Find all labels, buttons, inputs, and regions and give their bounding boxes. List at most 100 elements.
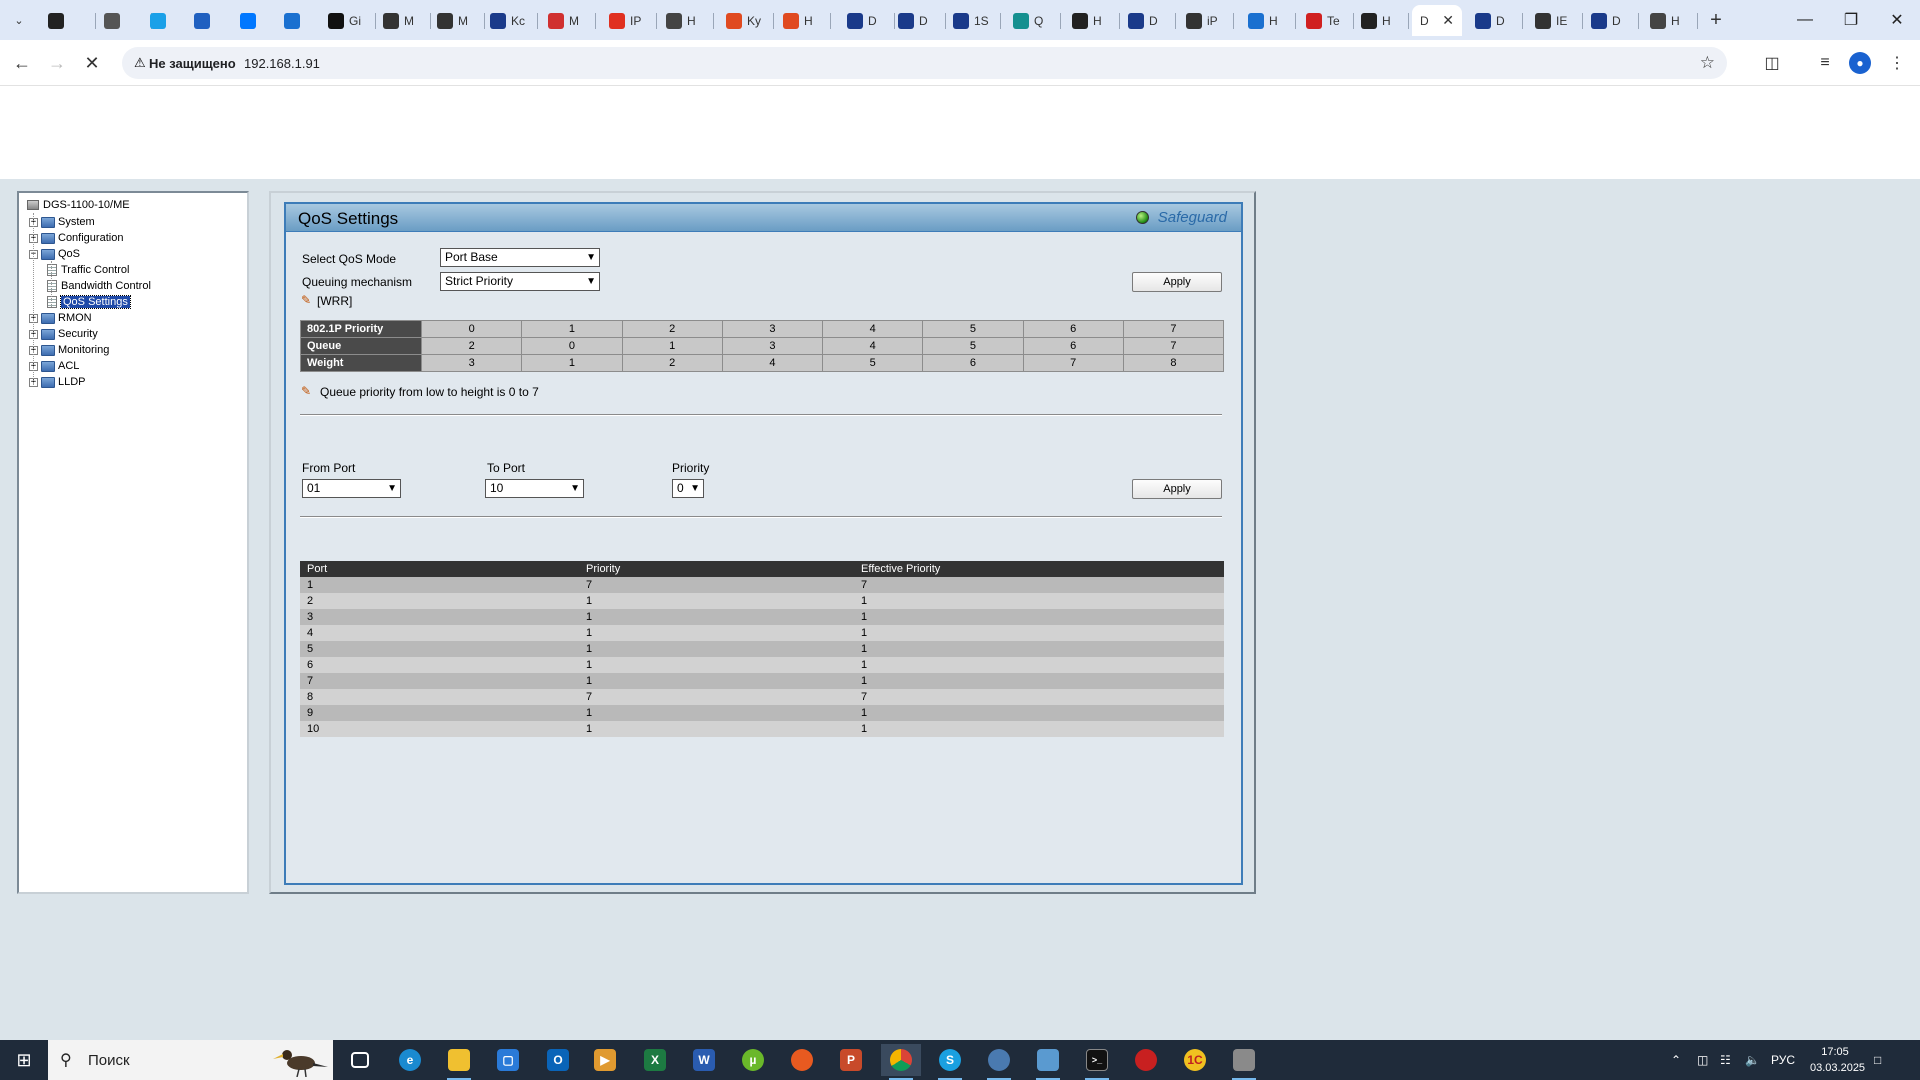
- browser-tab[interactable]: Te: [1298, 5, 1354, 36]
- browser-tab[interactable]: iP: [1178, 5, 1234, 36]
- tab-search-chevron-icon[interactable]: ⌄: [6, 8, 32, 32]
- file-explorer-icon[interactable]: [439, 1044, 479, 1080]
- media-control-icon[interactable]: ≡: [1814, 52, 1836, 74]
- store-icon[interactable]: ▢: [488, 1044, 528, 1076]
- tree-item[interactable]: + Configuration: [29, 231, 123, 245]
- browser-tab[interactable]: M: [375, 5, 431, 36]
- browser-tab[interactable]: H: [1353, 5, 1409, 36]
- browser-tab[interactable]: IE: [1527, 5, 1583, 36]
- tab-separator: [1175, 13, 1176, 29]
- utorrent-icon[interactable]: µ: [733, 1044, 773, 1076]
- queuing-select[interactable]: Strict Priority ▼: [440, 272, 600, 291]
- browser-tab[interactable]: H: [1064, 5, 1120, 36]
- security-status[interactable]: Не защищено: [149, 56, 236, 71]
- address-bar[interactable]: ⚠ Не защищено 192.168.1.91 ☆: [122, 47, 1727, 79]
- url-text[interactable]: 192.168.1.91: [244, 56, 320, 71]
- profile-avatar[interactable]: ●: [1849, 52, 1871, 74]
- browser-tab[interactable]: Q: [1005, 5, 1061, 36]
- browser-tab[interactable]: H: [775, 5, 831, 36]
- 1c-icon[interactable]: 1C: [1175, 1044, 1215, 1076]
- new-tab-plus-icon[interactable]: +: [1703, 7, 1729, 33]
- browser-tab[interactable]: D: [1467, 5, 1523, 36]
- minimize-icon[interactable]: —: [1782, 0, 1828, 40]
- table-cell: 1: [586, 659, 593, 671]
- network-icon[interactable]: ☷: [1720, 1040, 1731, 1080]
- from-port-select[interactable]: 01 ▼: [302, 479, 401, 498]
- close-window-icon[interactable]: ✕: [1874, 0, 1920, 40]
- bookmark-star-icon[interactable]: ☆: [1700, 53, 1715, 73]
- table-cell: 1: [586, 675, 593, 687]
- browser-tab[interactable]: M: [429, 5, 485, 36]
- show-hidden-icons-icon[interactable]: ⌃: [1671, 1040, 1681, 1080]
- browser-tab[interactable]: H: [658, 5, 714, 36]
- extensions-puzzle-icon[interactable]: ◫: [1761, 52, 1783, 74]
- menu-kebab-icon[interactable]: ⋮: [1886, 52, 1908, 74]
- tree-item[interactable]: − QoS: [29, 247, 80, 261]
- close-tab-icon[interactable]: ✕: [1442, 12, 1454, 29]
- browser-tab[interactable]: [40, 5, 96, 36]
- restore-icon[interactable]: ❐: [1828, 0, 1874, 40]
- table-cell: 1: [586, 707, 593, 719]
- forward-arrow-icon[interactable]: →: [43, 49, 71, 77]
- outlook-icon[interactable]: O: [538, 1044, 578, 1076]
- powerpoint-icon[interactable]: P: [831, 1044, 871, 1076]
- edge-icon[interactable]: e: [390, 1044, 430, 1076]
- tree-item[interactable]: + System: [29, 215, 95, 229]
- browser-tab[interactable]: D: [839, 5, 895, 36]
- network-tool-icon[interactable]: [1224, 1044, 1264, 1080]
- tree-item[interactable]: Traffic Control: [47, 263, 129, 277]
- browser-tab[interactable]: H: [1240, 5, 1296, 36]
- tab-title: H: [1093, 13, 1102, 28]
- browser-tab[interactable]: H: [1642, 5, 1698, 36]
- folder-icon: [41, 216, 55, 228]
- stop-loading-icon[interactable]: ✕: [78, 49, 106, 77]
- excel-icon[interactable]: X: [635, 1044, 675, 1076]
- tree-item[interactable]: + Monitoring: [29, 343, 109, 357]
- browser-tab[interactable]: IP: [601, 5, 657, 36]
- task-view-icon[interactable]: [340, 1044, 380, 1076]
- meet-now-icon[interactable]: ◫: [1697, 1040, 1708, 1080]
- browser-tab[interactable]: M: [540, 5, 596, 36]
- tree-item[interactable]: + Security: [29, 327, 98, 341]
- tab-title: D: [1420, 13, 1429, 28]
- taskbar-search[interactable]: ⚲ Поиск: [48, 1040, 333, 1080]
- tree-item[interactable]: QoS Settings: [47, 295, 131, 309]
- apply-port-priority-button[interactable]: Apply: [1132, 479, 1222, 499]
- browser-tab[interactable]: D: [1120, 5, 1176, 36]
- browser-tab[interactable]: Gi: [320, 5, 376, 36]
- skype-icon[interactable]: S: [930, 1044, 970, 1080]
- browser-tab[interactable]: Ky: [718, 5, 774, 36]
- tree-item[interactable]: + ACL: [29, 359, 79, 373]
- tree-root[interactable]: DGS-1100-10/ME: [27, 199, 130, 211]
- table-cell: 4: [821, 320, 924, 338]
- remote-desktop-icon[interactable]: [1028, 1044, 1068, 1080]
- terminal-icon[interactable]: >_: [1077, 1044, 1117, 1080]
- browser-tab[interactable]: D ✕: [1412, 5, 1462, 36]
- volume-icon[interactable]: 🔈: [1745, 1040, 1760, 1080]
- network-scan-icon[interactable]: [979, 1044, 1019, 1080]
- back-arrow-icon[interactable]: ←: [8, 49, 36, 77]
- browser-tab[interactable]: D: [1583, 5, 1639, 36]
- tree-item[interactable]: + RMON: [29, 311, 92, 325]
- to-port-select[interactable]: 10 ▼: [485, 479, 584, 498]
- chrome-icon[interactable]: [881, 1044, 921, 1080]
- language-indicator[interactable]: РУС: [1771, 1040, 1795, 1080]
- priority-select[interactable]: 0 ▼: [672, 479, 704, 498]
- qos-mode-select[interactable]: Port Base ▼: [440, 248, 600, 267]
- vpn-client-icon[interactable]: [1126, 1044, 1166, 1076]
- chevron-down-icon: ▼: [690, 483, 700, 494]
- tree-item[interactable]: + LLDP: [29, 375, 86, 389]
- media-player-icon[interactable]: ▶: [585, 1044, 625, 1076]
- word-icon[interactable]: W: [684, 1044, 724, 1076]
- tree-item[interactable]: Bandwidth Control: [47, 279, 151, 293]
- notifications-icon[interactable]: □: [1874, 1040, 1881, 1080]
- clock[interactable]: 17:05 03.03.2025: [1810, 1044, 1865, 1076]
- firefox-icon[interactable]: [782, 1044, 822, 1076]
- windows-start-icon[interactable]: ⊞: [0, 1040, 48, 1080]
- browser-tab[interactable]: 1S: [945, 5, 1001, 36]
- browser-tab[interactable]: Kc: [482, 5, 538, 36]
- browser-tab[interactable]: D: [890, 5, 946, 36]
- apply-button[interactable]: Apply: [1132, 272, 1222, 292]
- queuing-value: Strict Priority: [445, 274, 514, 288]
- table-row: 4 1 1: [300, 625, 1224, 641]
